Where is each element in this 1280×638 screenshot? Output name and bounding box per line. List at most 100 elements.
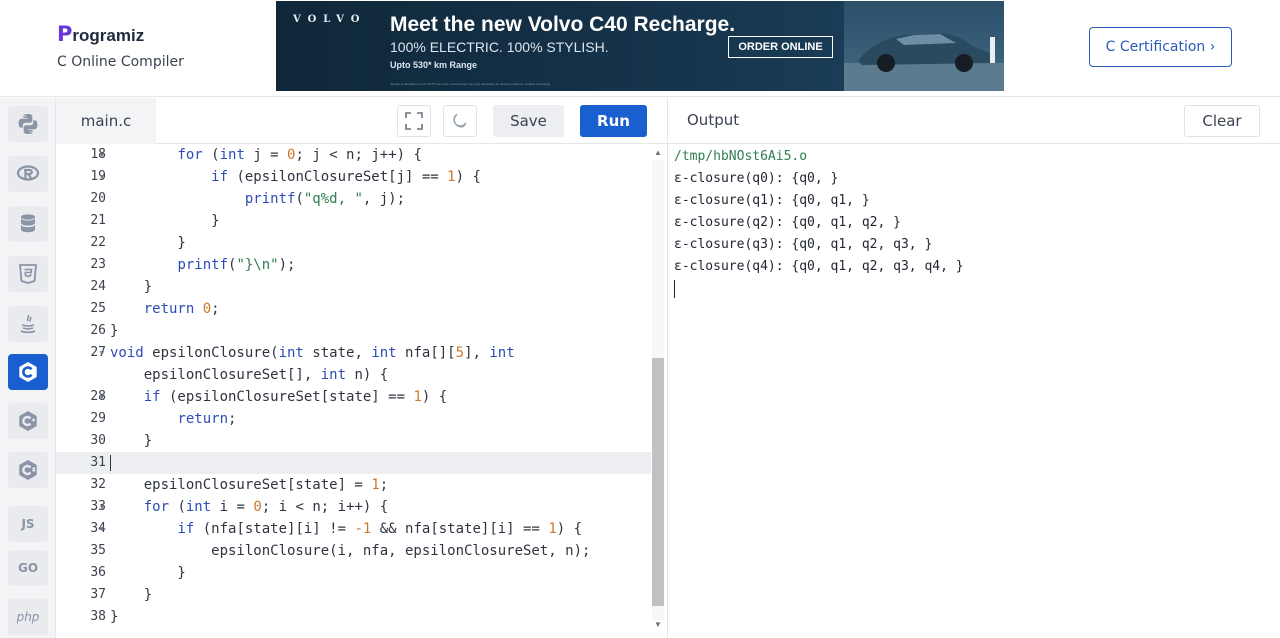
fold-toggle-icon[interactable]: ▼ xyxy=(97,386,107,408)
line-number: 23 xyxy=(90,257,106,272)
output-panel: Output Clear /tmp/hbNOst6Ai5.o ε-closure… xyxy=(667,98,1280,638)
code-line-29: 29 return; xyxy=(56,408,651,430)
fold-toggle-icon[interactable]: ▼ xyxy=(97,518,107,540)
code-editor-panel: main.c Save Run 18 ▼ for (int j = 0; j < … xyxy=(56,98,667,638)
cpp-icon[interactable] xyxy=(8,403,48,439)
editor-toolbar: main.c Save Run xyxy=(56,98,667,144)
code-line-30: 30 } xyxy=(56,430,651,452)
go-icon[interactable]: GO xyxy=(8,550,48,586)
code-line-22: 22 } xyxy=(56,232,651,254)
code-line-18: 18 ▼ for (int j = 0; j < n; j++) { xyxy=(56,144,651,166)
top-header: Programiz C Online Compiler VOLVO Meet t… xyxy=(0,0,1280,97)
scrollbar-thumb[interactable] xyxy=(652,358,664,606)
line-number xyxy=(56,364,106,386)
line-number: 32 xyxy=(90,477,106,492)
java-icon[interactable] xyxy=(8,306,48,342)
line-number: 36 xyxy=(90,565,106,580)
csharp-icon[interactable] xyxy=(8,452,48,488)
code-text: epsilonClosure(i, nfa, epsilonClosureSet… xyxy=(110,543,591,559)
clear-button[interactable]: Clear xyxy=(1184,105,1260,137)
code-line-33: 33 ▼ for (int i = 0; i < n; i++) { xyxy=(56,496,651,518)
code-line-25: 25 return 0; xyxy=(56,298,651,320)
code-line-26: 26} xyxy=(56,320,651,342)
code-line-28: 28 ▼ if (epsilonClosureSet[state] == 1) { xyxy=(56,386,651,408)
line-number: 21 xyxy=(90,213,106,228)
code-line-34: 34 ▼ if (nfa[state][i] != -1 && nfa[state… xyxy=(56,518,651,540)
code-text: epsilonClosureSet[], int n) { xyxy=(110,367,389,383)
code-line-38: 38} xyxy=(56,606,651,628)
code-line-37: 37 } xyxy=(56,584,651,606)
line-number: 20 xyxy=(90,191,106,206)
c-icon[interactable] xyxy=(8,354,48,390)
ad-headline: Meet the new Volvo C40 Recharge. xyxy=(390,13,736,36)
js-icon[interactable]: JS xyxy=(8,506,48,542)
code-text: } xyxy=(110,609,119,625)
logo-mark: P xyxy=(57,22,73,46)
code-line-24: 24 } xyxy=(56,276,651,298)
code-text: } xyxy=(110,213,220,229)
code-text: } xyxy=(110,279,153,295)
line-number: 29 xyxy=(90,411,106,426)
output-line: ε-closure(q0): {q0, } xyxy=(674,171,839,186)
output-title: Output xyxy=(687,111,740,129)
code-text: } xyxy=(110,433,153,449)
editor-scrollbar[interactable]: ▲ ▼ xyxy=(651,144,667,638)
dark-mode-moon-icon[interactable] xyxy=(443,105,477,137)
output-line: ε-closure(q2): {q0, q1, q2, } xyxy=(674,215,901,230)
programiz-logo[interactable]: Programiz xyxy=(57,22,144,46)
code-text: } xyxy=(110,565,186,581)
line-number: 31 xyxy=(90,455,106,470)
python-icon[interactable] xyxy=(8,106,48,142)
fold-toggle-icon[interactable]: ▼ xyxy=(97,144,107,166)
line-number: 25 xyxy=(90,301,106,316)
line-number: 38 xyxy=(90,609,106,624)
language-sidebar: JS GO php xyxy=(0,98,56,638)
save-button[interactable]: Save xyxy=(493,105,564,137)
scroll-up-arrow-icon[interactable]: ▲ xyxy=(654,148,662,157)
code-text: for (int j = 0; j < n; j++) { xyxy=(177,147,422,163)
code-lines[interactable]: 18 ▼ for (int j = 0; j < n; j++) { 19 ▼ if… xyxy=(56,144,651,638)
php-icon[interactable]: php xyxy=(8,599,48,635)
fold-toggle-icon[interactable]: ▼ xyxy=(97,166,107,188)
database-icon[interactable] xyxy=(8,206,48,242)
page-subtitle: C Online Compiler xyxy=(57,54,184,70)
scroll-down-arrow-icon[interactable]: ▼ xyxy=(654,620,662,629)
code-text: if (epsilonClosureSet[state] == 1) { xyxy=(143,389,448,405)
ad-tagline: 100% ELECTRIC. 100% STYLISH. xyxy=(390,39,609,55)
html5-icon[interactable] xyxy=(8,256,48,292)
line-number: 24 xyxy=(90,279,106,294)
r-icon[interactable] xyxy=(8,156,48,192)
output-toolbar: Output Clear xyxy=(668,98,1280,144)
output-line: /tmp/hbNOst6Ai5.o xyxy=(674,149,808,164)
code-text: printf("q%d, ", j); xyxy=(244,191,406,207)
ad-order-button[interactable]: ORDER ONLINE xyxy=(728,36,833,58)
code-line-32: 32 epsilonClosureSet[state] = 1; xyxy=(56,474,651,496)
file-tab-main-c[interactable]: main.c xyxy=(56,98,156,144)
code-line-27-wrap: epsilonClosureSet[], int n) { xyxy=(56,364,651,386)
text-cursor xyxy=(110,455,111,471)
code-text: for (int i = 0; i < n; i++) { xyxy=(143,499,389,515)
code-line-19: 19 ▼ if (epsilonClosureSet[j] == 1) { xyxy=(56,166,651,188)
code-text: epsilonClosureSet[state] = 1; xyxy=(110,477,389,493)
code-line-36: 36 } xyxy=(56,562,651,584)
fold-toggle-icon[interactable]: ▼ xyxy=(97,496,107,518)
c-certification-button[interactable]: C Certification › xyxy=(1089,27,1232,67)
line-number: 35 xyxy=(90,543,106,558)
code-text: return; xyxy=(177,411,237,427)
run-button[interactable]: Run xyxy=(580,105,647,137)
line-number: 37 xyxy=(90,587,106,602)
line-number: 30 xyxy=(90,433,106,448)
code-text: } xyxy=(110,235,186,251)
line-number: 22 xyxy=(90,235,106,250)
output-console[interactable]: /tmp/hbNOst6Ai5.o ε-closure(q0): {q0, } … xyxy=(674,146,964,298)
code-text: } xyxy=(110,323,119,339)
volvo-ad-banner[interactable]: VOLVO Meet the new Volvo C40 Recharge. 1… xyxy=(276,1,1004,91)
fullscreen-icon[interactable] xyxy=(397,105,431,137)
ad-brand: VOLVO xyxy=(293,14,367,25)
line-number: 26 xyxy=(90,323,106,338)
console-cursor xyxy=(674,280,675,298)
code-line-20: 20 printf("q%d, ", j); xyxy=(56,188,651,210)
code-text: return 0; xyxy=(143,301,220,317)
code-text: printf("}\n"); xyxy=(177,257,296,273)
fold-toggle-icon[interactable]: ▼ xyxy=(97,342,107,364)
